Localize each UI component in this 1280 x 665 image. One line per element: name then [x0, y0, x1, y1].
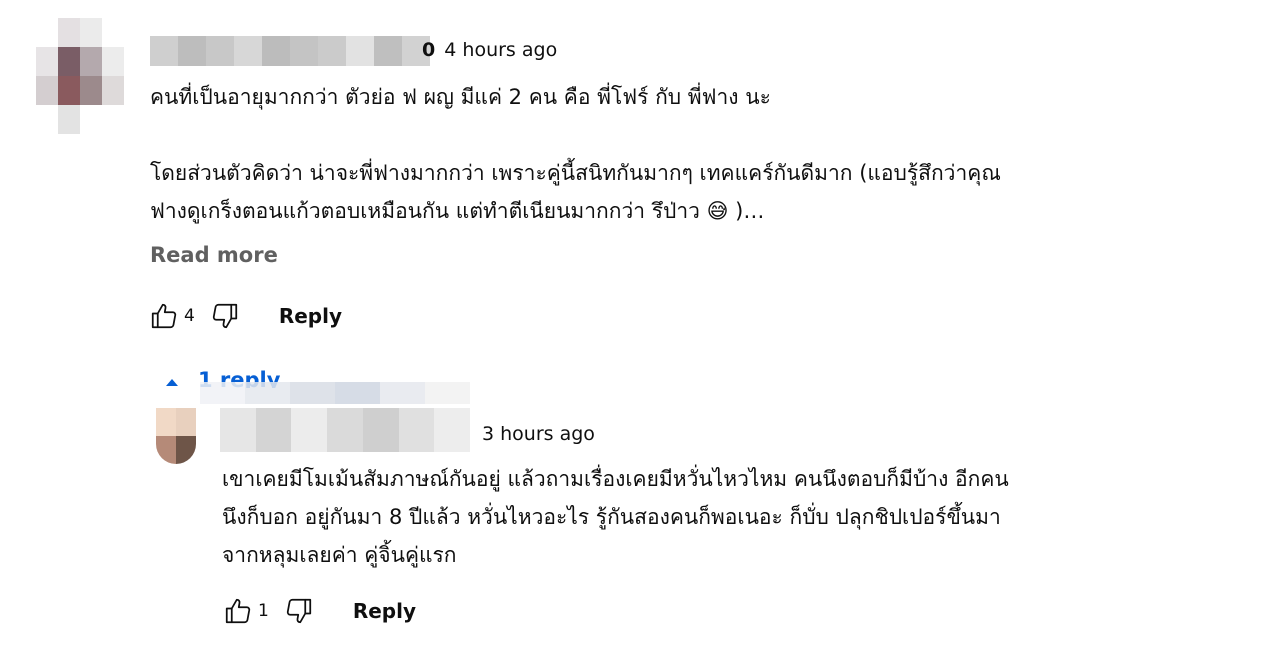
comment-line: จากหลุมเลยค่า คู่จิ้นคู่แรก — [222, 543, 457, 567]
username-obscured[interactable] — [200, 382, 470, 404]
like-count: 4 — [184, 306, 195, 326]
comments-section: 0 4 hours ago คนที่เป็นอายุมากกว่า ตัวย่… — [0, 0, 1280, 665]
username-tail: 0 — [422, 39, 436, 61]
reply-button[interactable]: Reply — [353, 599, 416, 623]
read-more-button[interactable]: Read more — [150, 243, 278, 267]
comment-text: คนที่เป็นอายุมากกว่า ตัวย่อ ฟ ผญ มีแค่ 2… — [150, 78, 1001, 230]
comment-line: โดยส่วนตัวคิดว่า น่าจะพี่ฟางมากกว่า เพรา… — [150, 161, 1001, 185]
avatar[interactable] — [156, 408, 196, 464]
chevron-up-icon — [166, 379, 178, 386]
thumbs-up-icon[interactable] — [220, 593, 256, 629]
timestamp[interactable]: 3 hours ago — [482, 423, 595, 445]
comment-line: เขาเคยมีโมเม้นสัมภาษณ์กันอยู่ แล้วถามเรื… — [222, 467, 1009, 491]
comment-meta: 3 hours ago — [482, 423, 595, 445]
reply-actions: 1 Reply — [220, 593, 416, 629]
timestamp[interactable]: 4 hours ago — [444, 39, 557, 61]
comment-actions: 4 Reply — [146, 298, 342, 334]
reply-button[interactable]: Reply — [279, 304, 342, 328]
comment-meta: 0 4 hours ago — [422, 39, 557, 61]
reply-text: เขาเคยมีโมเม้นสัมภาษณ์กันอยู่ แล้วถามเรื… — [222, 460, 1009, 574]
comment-line: คนที่เป็นอายุมากกว่า ตัวย่อ ฟ ผญ มีแค่ 2… — [150, 85, 771, 109]
thumbs-down-icon[interactable] — [207, 298, 243, 334]
thumbs-down-icon[interactable] — [281, 593, 317, 629]
like-count: 1 — [258, 601, 269, 621]
username-obscured[interactable] — [220, 408, 470, 452]
avatar[interactable] — [36, 18, 124, 134]
thumbs-up-icon[interactable] — [146, 298, 182, 334]
username-obscured[interactable] — [150, 36, 430, 66]
comment-line: ฟางดูเกร็งตอนแก้วตอบเหมือนกัน แต่ทำตีเนี… — [150, 199, 765, 223]
comment-line: นึงก็บอก อยู่กันมา 8 ปีแล้ว หวั่นไหวอะไร… — [222, 505, 1001, 529]
